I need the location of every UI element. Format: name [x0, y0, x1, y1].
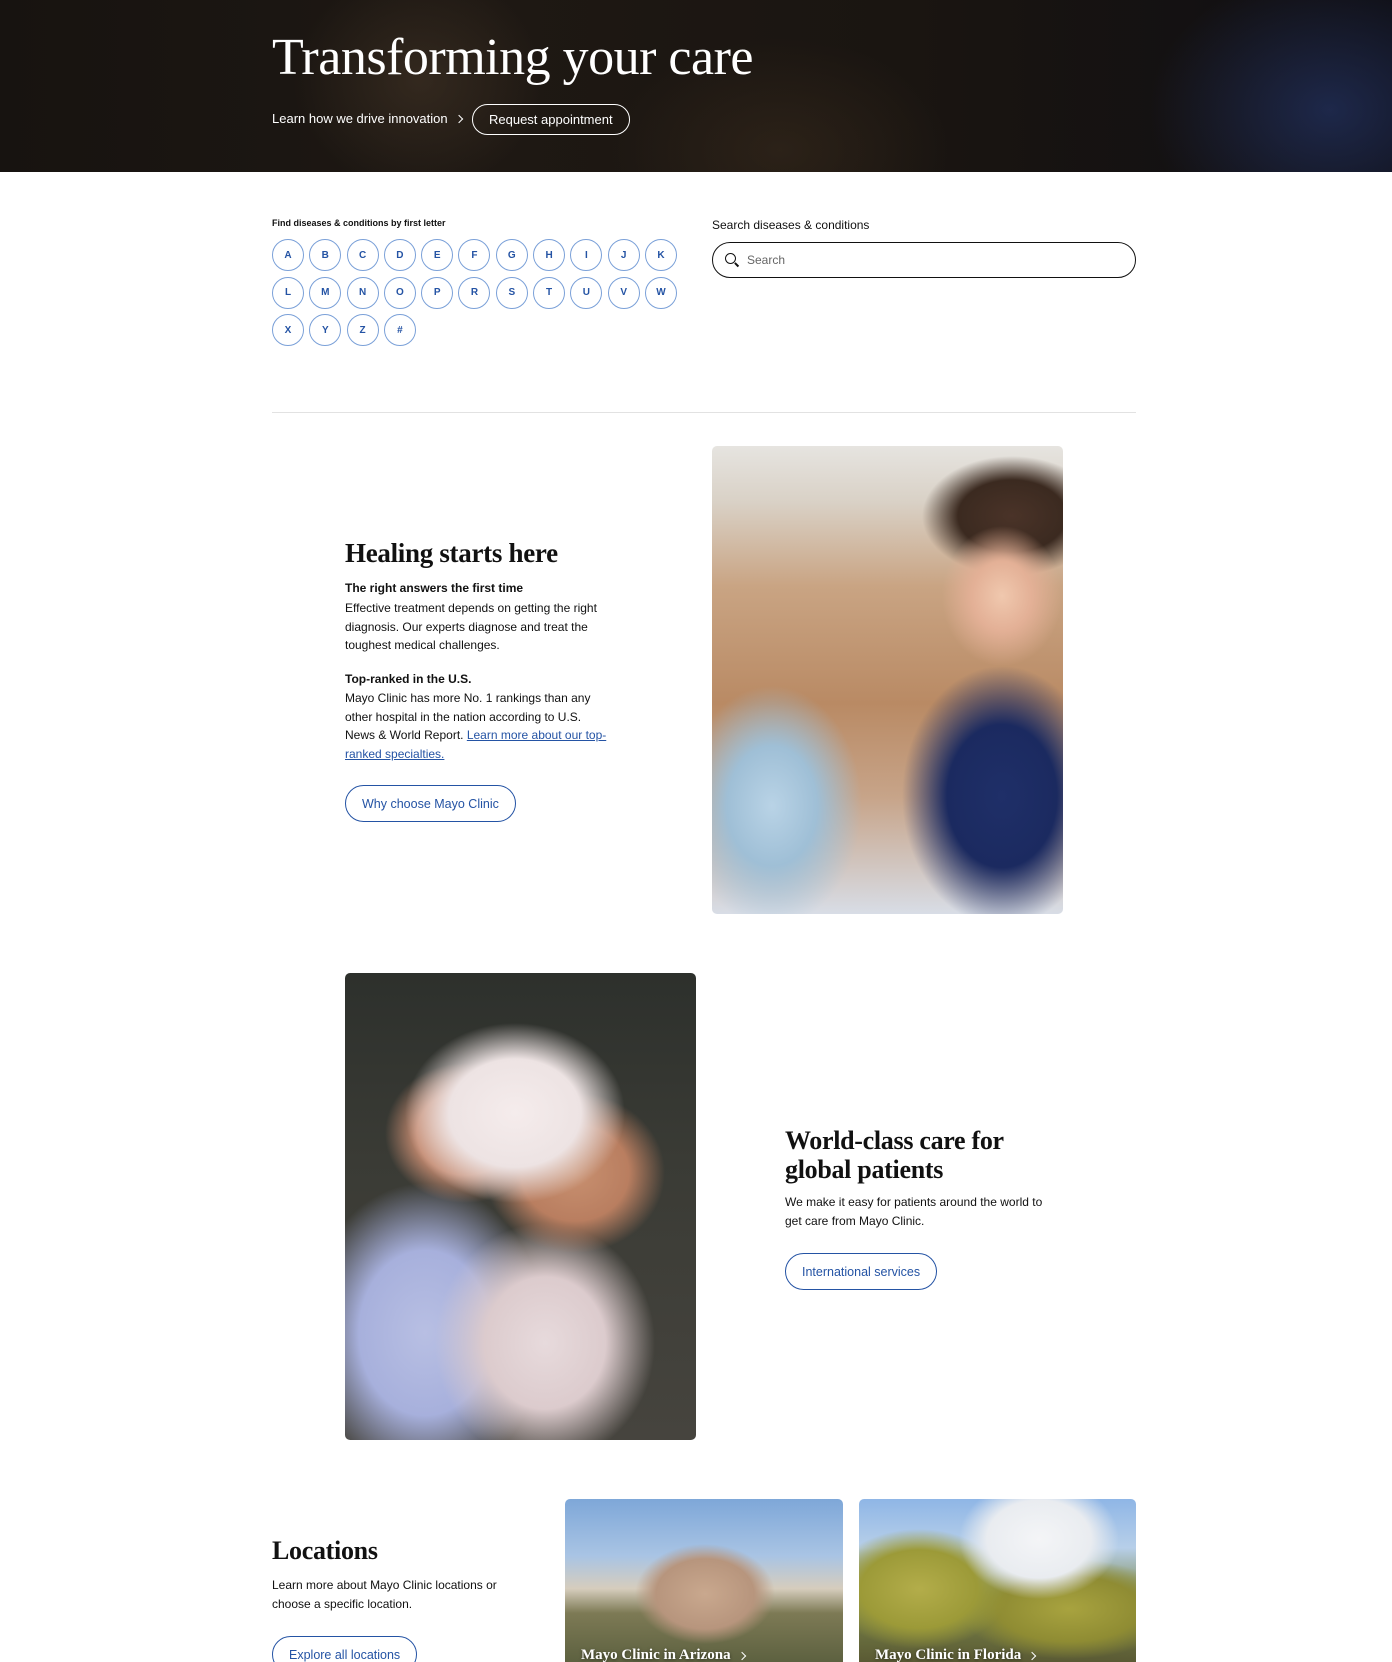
nurse-photo	[712, 446, 1063, 914]
az-letter-button[interactable]: D	[383, 239, 416, 271]
healing-paragraph-1: Effective treatment depends on getting t…	[345, 601, 597, 652]
az-letter-button[interactable]: N	[346, 276, 379, 309]
search-label: Search diseases & conditions	[712, 218, 870, 232]
location-card-label: Mayo Clinic in Arizona	[581, 1647, 746, 1662]
az-finder-title: Find diseases & conditions by first lett…	[272, 218, 446, 228]
az-letter-button[interactable]: X	[272, 314, 304, 346]
search-input[interactable]	[747, 253, 1107, 267]
locations-paragraph: Learn more about Mayo Clinic locations o…	[272, 1578, 497, 1611]
innovation-link-label: Learn how we drive innovation	[272, 111, 448, 126]
innovation-link[interactable]: Learn how we drive innovation	[272, 111, 463, 126]
request-appointment-button[interactable]: Request appointment	[472, 104, 630, 135]
az-letter-button[interactable]: #	[383, 314, 416, 346]
az-letter-button[interactable]: T	[533, 276, 566, 309]
az-letter-button[interactable]: Z	[346, 314, 379, 346]
az-letter-button[interactable]: J	[607, 239, 640, 271]
az-letter-button[interactable]: I	[570, 239, 603, 271]
why-choose-button[interactable]: Why choose Mayo Clinic	[345, 785, 516, 822]
healing-subhead-1: The right answers the first time	[345, 581, 524, 595]
chevron-right-icon	[1028, 1651, 1037, 1661]
az-letter-button[interactable]: W	[644, 276, 677, 309]
az-letter-grid: A B C D E F G H I J K L M N O P R S T U V W X Y Z #	[272, 239, 682, 346]
az-letter-button[interactable]: L	[272, 276, 304, 309]
az-letter-button[interactable]: C	[346, 239, 379, 271]
az-letter-button[interactable]: V	[607, 276, 640, 309]
location-card-label: Mayo Clinic in Florida	[875, 1647, 1037, 1662]
location-card-arizona[interactable]: Mayo Clinic in Arizona	[565, 1499, 843, 1662]
explore-locations-button[interactable]: Explore all locations	[272, 1636, 418, 1662]
az-letter-button[interactable]: A	[272, 239, 304, 271]
healing-subhead-2: Top-ranked in the U.S.	[345, 672, 472, 686]
chevron-right-icon	[737, 1651, 746, 1661]
chevron-right-icon	[454, 114, 463, 124]
az-letter-button[interactable]: O	[383, 276, 416, 309]
hero-banner: Transforming your care Learn how we driv…	[0, 0, 1392, 172]
az-letter-button[interactable]: H	[533, 239, 566, 271]
az-letter-button[interactable]: P	[421, 276, 454, 309]
az-letter-button[interactable]: F	[458, 239, 491, 271]
section-divider	[272, 412, 1136, 413]
az-letter-button[interactable]: R	[458, 276, 491, 309]
az-letter-button[interactable]: K	[644, 239, 677, 271]
healing-title: Healing starts here	[345, 538, 558, 568]
world-title: World-class care for global patients	[785, 1126, 1004, 1184]
az-letter-button[interactable]: Y	[309, 314, 342, 346]
az-letter-button[interactable]: E	[421, 239, 454, 271]
location-card-florida[interactable]: Mayo Clinic in Florida	[859, 1499, 1136, 1662]
search-icon	[725, 253, 739, 267]
hero-title: Transforming your care	[272, 29, 753, 86]
mother-baby-photo	[345, 973, 696, 1440]
az-letter-button[interactable]: G	[495, 239, 528, 271]
international-services-button[interactable]: International services	[785, 1253, 938, 1290]
az-letter-button[interactable]: M	[309, 276, 342, 309]
locations-title: Locations	[272, 1536, 378, 1565]
search-field[interactable]	[712, 242, 1136, 278]
az-letter-button[interactable]: B	[309, 239, 342, 271]
world-paragraph: We make it easy for patients around the …	[785, 1195, 1043, 1228]
healing-paragraph-2: Mayo Clinic has more No. 1 rankings than…	[345, 689, 610, 763]
location-card-florida-label: Mayo Clinic in Florida	[875, 1647, 1022, 1662]
az-letter-button[interactable]: U	[570, 276, 603, 309]
az-letter-button[interactable]: S	[495, 276, 528, 309]
location-card-arizona-label: Mayo Clinic in Arizona	[581, 1647, 731, 1662]
